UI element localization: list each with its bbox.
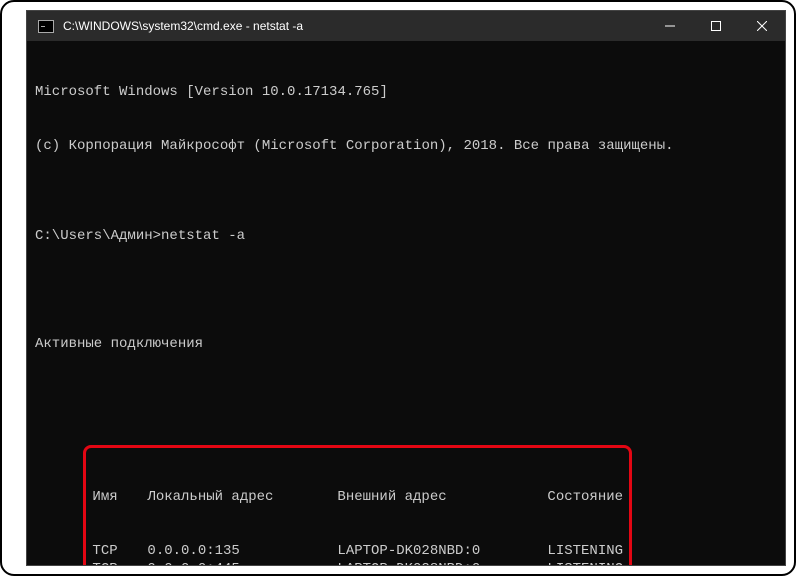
- netstat-highlight: ИмяЛокальный адресВнешний адресСостояние…: [83, 445, 632, 565]
- banner-line-2: (c) Корпорация Майкрософт (Microsoft Cor…: [35, 137, 777, 155]
- header-state: Состояние: [547, 488, 623, 506]
- cell-proto: TCP: [92, 560, 147, 565]
- blank-line: [35, 281, 777, 299]
- cell-remote: LAPTOP-DK028NBD:0: [337, 560, 547, 565]
- cmd-icon: [37, 19, 55, 33]
- cell-remote: LAPTOP-DK028NBD:0: [337, 542, 547, 560]
- cmd-window: C:\WINDOWS\system32\cmd.exe - netstat -a…: [26, 10, 786, 566]
- section-title: Активные подключения: [35, 335, 777, 353]
- header-local: Локальный адрес: [147, 488, 337, 506]
- minimize-icon: [665, 21, 675, 31]
- table-header-row: ИмяЛокальный адресВнешний адресСостояние: [92, 488, 623, 506]
- close-icon: [757, 21, 767, 31]
- cell-state: LISTENING: [547, 560, 623, 565]
- cell-local: 0.0.0.0:445: [147, 560, 337, 565]
- table-row: TCP0.0.0.0:445LAPTOP-DK028NBD:0LISTENING: [92, 560, 623, 565]
- prompt-text: C:\Users\Админ>: [35, 228, 161, 244]
- table-rows: TCP0.0.0.0:135LAPTOP-DK028NBD:0LISTENING…: [92, 542, 623, 565]
- cell-state: LISTENING: [547, 542, 623, 560]
- maximize-icon: [711, 21, 721, 31]
- cell-local: 0.0.0.0:135: [147, 542, 337, 560]
- window-title: C:\WINDOWS\system32\cmd.exe - netstat -a: [63, 19, 647, 33]
- maximize-button[interactable]: [693, 11, 739, 41]
- prompt-line: C:\Users\Админ>netstat -a: [35, 227, 777, 245]
- close-button[interactable]: [739, 11, 785, 41]
- blank-line: [35, 389, 777, 407]
- header-proto: Имя: [92, 488, 147, 506]
- header-remote: Внешний адрес: [337, 488, 547, 506]
- command-text: netstat -a: [161, 228, 245, 244]
- banner-line-1: Microsoft Windows [Version 10.0.17134.76…: [35, 83, 777, 101]
- minimize-button[interactable]: [647, 11, 693, 41]
- window-controls: [647, 11, 785, 41]
- table-row: TCP0.0.0.0:135LAPTOP-DK028NBD:0LISTENING: [92, 542, 623, 560]
- titlebar[interactable]: C:\WINDOWS\system32\cmd.exe - netstat -a: [27, 11, 785, 41]
- cell-proto: TCP: [92, 542, 147, 560]
- screenshot-frame: C:\WINDOWS\system32\cmd.exe - netstat -a…: [0, 0, 796, 576]
- terminal-body[interactable]: Microsoft Windows [Version 10.0.17134.76…: [27, 41, 785, 565]
